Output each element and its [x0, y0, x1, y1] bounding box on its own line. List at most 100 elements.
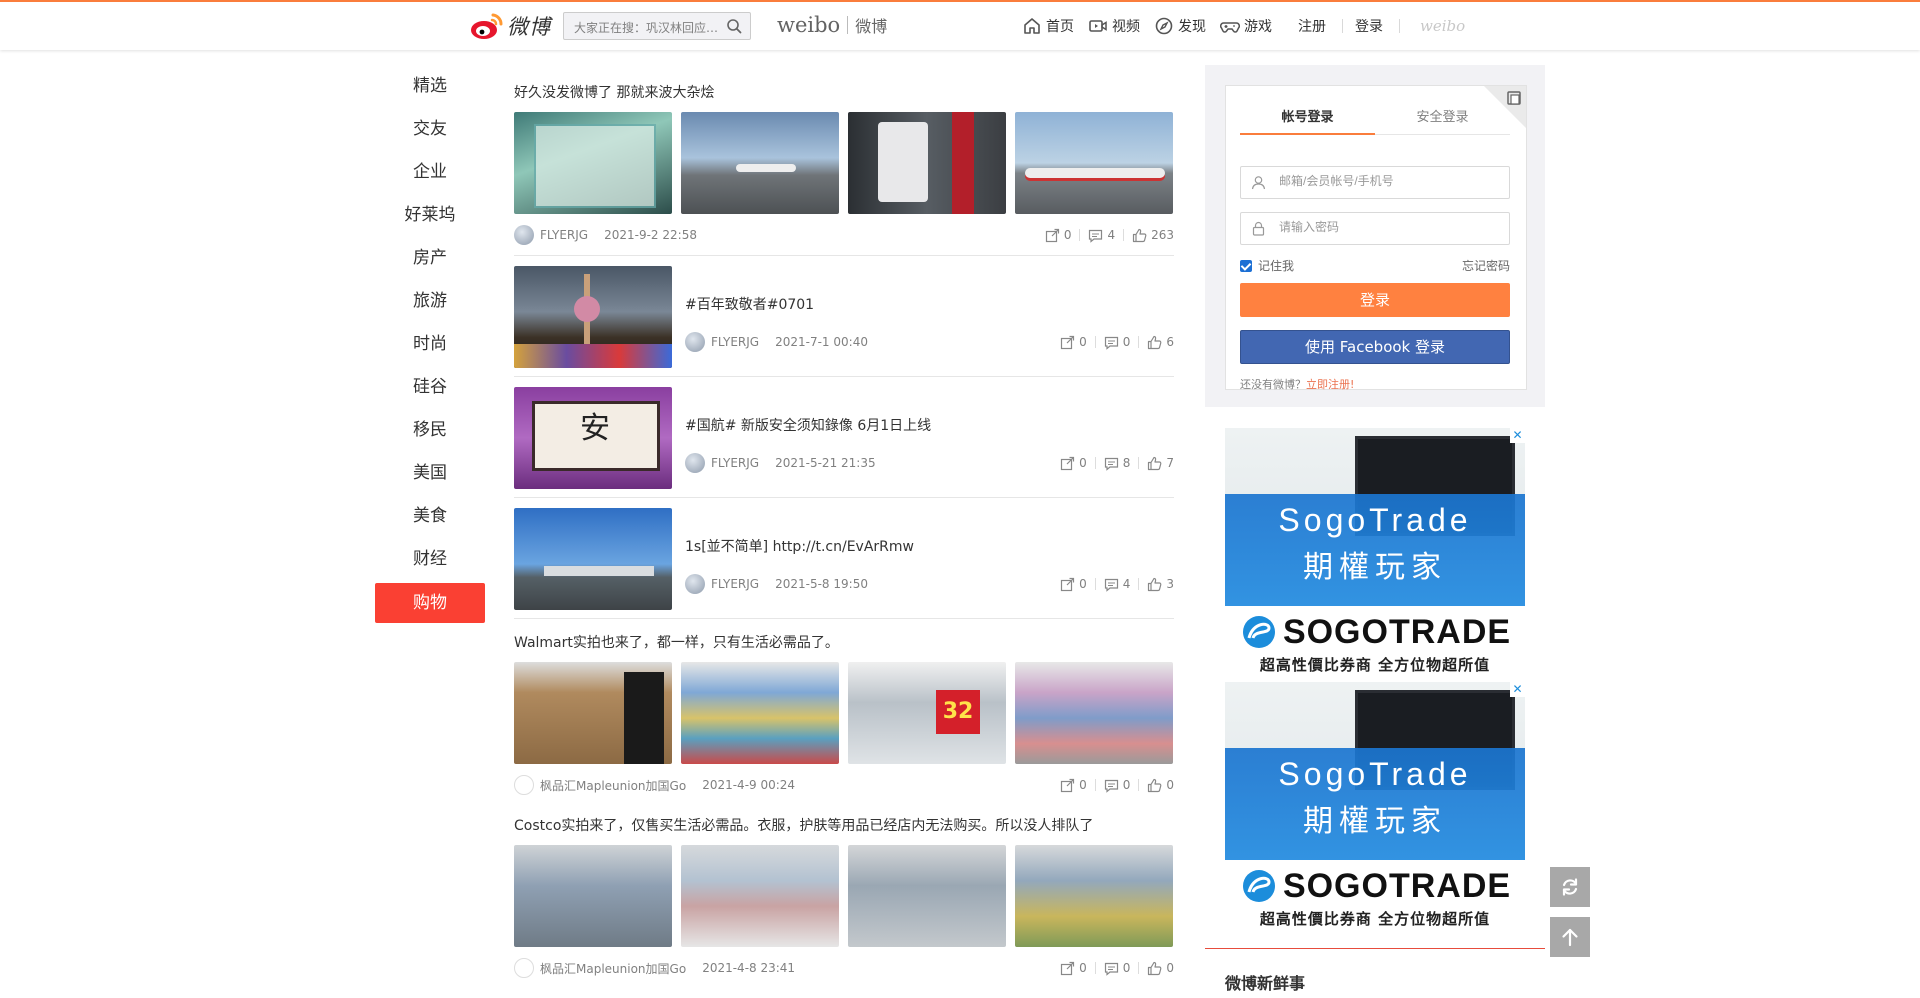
login-button[interactable]: 登录 — [1240, 283, 1510, 317]
post-image[interactable] — [1015, 845, 1173, 947]
weibo-logo[interactable]: 微博 — [469, 10, 551, 42]
repost-button[interactable]: 0 — [1060, 778, 1087, 793]
like-button[interactable]: 3 — [1147, 577, 1174, 592]
nav-video[interactable]: 视频 — [1088, 16, 1140, 36]
avatar[interactable] — [514, 225, 534, 245]
feed-post[interactable]: Walmart实拍也来了，都一样，只有生活必需品了。 32 枫品汇Mapleun… — [514, 632, 1174, 797]
tab-account-login[interactable]: 帐号登录 — [1240, 106, 1375, 135]
remember-checkbox[interactable] — [1240, 259, 1252, 272]
post-author[interactable]: FLYERJG — [711, 577, 759, 591]
like-button[interactable]: 7 — [1147, 456, 1174, 471]
post-author[interactable]: FLYERJG — [711, 456, 759, 470]
category-item-active[interactable]: 购物 — [375, 583, 485, 623]
back-to-top-button[interactable] — [1550, 917, 1590, 957]
refresh-button[interactable] — [1550, 867, 1590, 907]
password-input[interactable] — [1277, 219, 1501, 235]
comment-button[interactable]: 0 — [1104, 961, 1130, 976]
comment-button[interactable]: 4 — [1104, 577, 1130, 592]
post-image[interactable]: 安 — [514, 387, 672, 489]
register-now-link[interactable]: 立即注册! — [1306, 378, 1354, 391]
weibo-mark[interactable]: weibo — [1420, 17, 1465, 35]
username-field[interactable] — [1240, 166, 1510, 199]
repost-button[interactable]: 0 — [1060, 456, 1087, 471]
category-item[interactable]: 房产 — [375, 237, 485, 280]
post-image[interactable] — [1015, 662, 1173, 764]
post-image[interactable] — [681, 662, 839, 764]
search-icon[interactable] — [726, 18, 742, 34]
username-input[interactable] — [1277, 173, 1501, 189]
category-item[interactable]: 旅游 — [375, 280, 485, 323]
category-item[interactable]: 交友 — [375, 108, 485, 151]
tab-secure-login[interactable]: 安全登录 — [1375, 106, 1510, 135]
nav-discover[interactable]: 发现 — [1154, 16, 1206, 36]
post-text[interactable]: Walmart实拍也来了，都一样，只有生活必需品了。 — [514, 632, 1174, 652]
feed-post[interactable]: 安 #国航# 新版安全须知錄像 6月1日上线 FLYERJG 2021-5-21… — [514, 387, 1174, 498]
feed-post[interactable]: #百年致敬者#0701 FLYERJG 2021-7-1 00:40 0 0 6 — [514, 266, 1174, 377]
ad-banner[interactable]: SogoTrade 期權玩家 ✕ SOGOTRADE 超高性價比券商 全方位物超… — [1225, 428, 1525, 680]
post-text[interactable]: 1s[並不简单] http://t.cn/EvArRmw — [685, 536, 1174, 556]
post-image[interactable] — [848, 112, 1006, 214]
ad-close-icon[interactable]: ✕ — [1510, 428, 1525, 443]
post-image[interactable] — [1015, 112, 1173, 214]
like-button[interactable]: 0 — [1147, 961, 1174, 976]
repost-button[interactable]: 0 — [1045, 228, 1071, 243]
login-link[interactable]: 登录 — [1355, 16, 1383, 36]
post-author[interactable]: 枫品汇Mapleunion加国Go — [540, 777, 686, 794]
post-text[interactable]: #百年致敬者#0701 — [685, 294, 1174, 314]
post-image[interactable] — [681, 845, 839, 947]
category-item[interactable]: 美食 — [375, 495, 485, 538]
facebook-login-button[interactable]: 使用 Facebook 登录 — [1240, 330, 1510, 364]
nav-game[interactable]: 游戏 — [1220, 16, 1272, 36]
category-item[interactable]: 时尚 — [375, 323, 485, 366]
post-image[interactable] — [514, 266, 672, 368]
feed-post[interactable]: 1s[並不简单] http://t.cn/EvArRmw FLYERJG 202… — [514, 508, 1174, 619]
post-author[interactable]: FLYERJG — [711, 335, 759, 349]
post-image[interactable] — [681, 112, 839, 214]
register-link[interactable]: 注册 — [1298, 16, 1326, 36]
post-image[interactable] — [514, 845, 672, 947]
repost-button[interactable]: 0 — [1060, 961, 1087, 976]
category-item[interactable]: 好莱坞 — [375, 194, 485, 237]
post-image[interactable] — [514, 662, 672, 764]
remember-me[interactable]: 记住我 — [1240, 257, 1294, 274]
feed-post[interactable]: 好久没发微博了 那就来波大杂烩 FLYERJG 2021-9-2 22:58 0 — [514, 82, 1174, 256]
avatar[interactable] — [685, 332, 705, 352]
category-item[interactable]: 财经 — [375, 538, 485, 581]
post-image[interactable]: 32 — [848, 662, 1006, 764]
ad-banner[interactable]: SogoTrade 期權玩家 ✕ SOGOTRADE 超高性價比券商 全方位物超… — [1225, 682, 1525, 934]
post-text[interactable]: 好久没发微博了 那就来波大杂烩 — [514, 82, 1174, 102]
comment-button[interactable]: 8 — [1104, 456, 1130, 471]
repost-button[interactable]: 0 — [1060, 577, 1087, 592]
search-input[interactable]: 大家正在搜：巩汉林回应… — [574, 19, 724, 36]
category-item[interactable]: 移民 — [375, 409, 485, 452]
like-button[interactable]: 263 — [1132, 228, 1174, 243]
avatar[interactable] — [514, 958, 534, 978]
ad-close-icon[interactable]: ✕ — [1510, 682, 1525, 697]
password-field[interactable] — [1240, 212, 1510, 245]
category-item[interactable]: 企业 — [375, 151, 485, 194]
nav-home[interactable]: 首页 — [1022, 16, 1074, 36]
like-button[interactable]: 0 — [1147, 778, 1174, 793]
category-item[interactable]: 硅谷 — [375, 366, 485, 409]
repost-button[interactable]: 0 — [1060, 335, 1087, 350]
post-image[interactable] — [848, 845, 1006, 947]
post-image[interactable] — [514, 508, 672, 610]
avatar[interactable] — [685, 574, 705, 594]
search-box[interactable]: 大家正在搜：巩汉林回应… — [563, 12, 751, 40]
comment-button[interactable]: 0 — [1104, 778, 1130, 793]
forgot-password-link[interactable]: 忘记密码 — [1462, 257, 1510, 274]
post-image[interactable] — [514, 112, 672, 214]
post-author[interactable]: 枫品汇Mapleunion加国Go — [540, 960, 686, 977]
weibo-brand[interactable]: weibo 微博 — [777, 13, 887, 37]
post-author[interactable]: FLYERJG — [540, 228, 588, 242]
post-text[interactable]: Costco实拍来了，仅售买生活必需品。衣服，护肤等用品已经店内无法购买。所以没… — [514, 815, 1174, 835]
post-text[interactable]: #国航# 新版安全须知錄像 6月1日上线 — [685, 415, 1174, 435]
avatar[interactable] — [514, 775, 534, 795]
category-item[interactable]: 美国 — [375, 452, 485, 495]
feed-post[interactable]: Costco实拍来了，仅售买生活必需品。衣服，护肤等用品已经店内无法购买。所以没… — [514, 815, 1174, 980]
comment-button[interactable]: 4 — [1088, 228, 1115, 243]
like-button[interactable]: 6 — [1147, 335, 1174, 350]
category-item[interactable]: 精选 — [375, 65, 485, 108]
comment-button[interactable]: 0 — [1104, 335, 1130, 350]
avatar[interactable] — [685, 453, 705, 473]
